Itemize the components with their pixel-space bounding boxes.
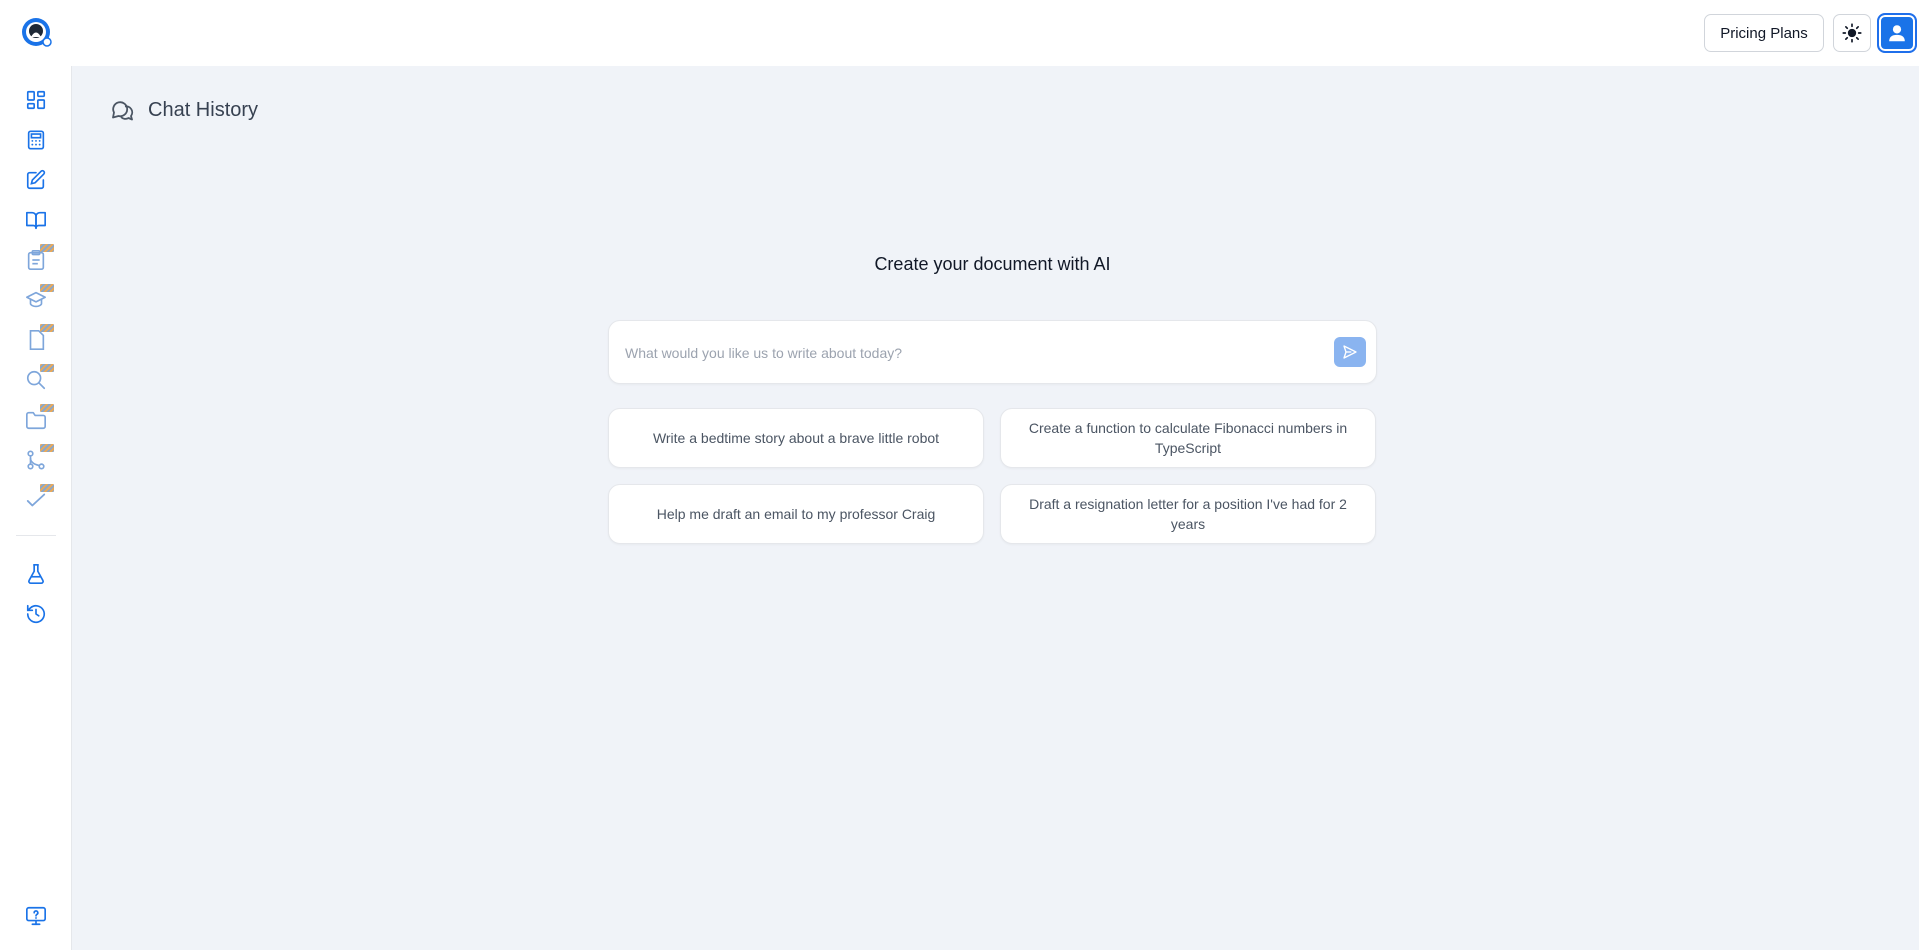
beta-badge bbox=[40, 364, 54, 372]
suggestion-card[interactable]: Create a function to calculate Fibonacci… bbox=[1000, 408, 1376, 468]
page-title: Chat History bbox=[148, 98, 259, 121]
chat-history-header[interactable]: Chat History bbox=[110, 98, 258, 122]
monitor-help-icon bbox=[26, 906, 46, 926]
open-book-icon bbox=[26, 211, 46, 230]
pricing-plans-button[interactable]: Pricing Plans bbox=[1704, 14, 1824, 52]
sidebar-item-folder[interactable] bbox=[24, 404, 54, 432]
chat-bubbles-icon bbox=[112, 101, 134, 121]
send-button[interactable] bbox=[1334, 337, 1366, 367]
theme-toggle-button[interactable] bbox=[1833, 14, 1871, 52]
sidebar-item-library[interactable] bbox=[24, 208, 48, 232]
beta-badge bbox=[40, 484, 54, 492]
suggestion-card[interactable]: Draft a resignation letter for a positio… bbox=[1000, 484, 1376, 544]
check-icon bbox=[26, 493, 46, 507]
send-icon bbox=[1343, 345, 1357, 359]
search-icon bbox=[26, 370, 46, 390]
pencil-square-icon bbox=[26, 169, 46, 190]
sidebar bbox=[0, 66, 72, 950]
user-avatar-button[interactable] bbox=[1877, 13, 1917, 53]
sun-icon bbox=[1842, 23, 1862, 43]
sidebar-item-calculator[interactable] bbox=[24, 128, 48, 152]
history-icon bbox=[26, 604, 46, 624]
app-logo-icon[interactable] bbox=[20, 16, 54, 50]
calculator-icon bbox=[27, 130, 45, 150]
graduation-cap-icon bbox=[26, 291, 46, 308]
suggestion-card[interactable]: Write a bedtime story about a brave litt… bbox=[608, 408, 984, 468]
beta-badge bbox=[40, 444, 54, 452]
sidebar-item-lab[interactable] bbox=[24, 562, 48, 586]
beta-badge bbox=[40, 404, 54, 412]
sidebar-item-search[interactable] bbox=[24, 364, 54, 392]
sidebar-item-editor[interactable] bbox=[24, 168, 48, 192]
prompt-input[interactable] bbox=[625, 339, 1315, 367]
flask-icon bbox=[28, 564, 44, 584]
prompt-box bbox=[608, 320, 1377, 384]
folder-icon bbox=[26, 411, 46, 430]
top-bar: Pricing Plans bbox=[0, 0, 1919, 66]
grid-icon bbox=[26, 90, 46, 110]
sidebar-item-workflow[interactable] bbox=[24, 444, 54, 472]
user-icon bbox=[1889, 25, 1905, 42]
git-branch-icon bbox=[27, 450, 45, 470]
sidebar-item-education[interactable] bbox=[24, 284, 54, 312]
sidebar-item-document[interactable] bbox=[24, 324, 54, 352]
sidebar-item-history[interactable] bbox=[24, 602, 48, 626]
sidebar-item-screen-help[interactable] bbox=[24, 904, 48, 928]
suggestion-card[interactable]: Help me draft an email to my professor C… bbox=[608, 484, 984, 544]
document-icon bbox=[29, 330, 45, 350]
beta-badge bbox=[40, 324, 54, 332]
sidebar-item-dashboard[interactable] bbox=[24, 88, 48, 112]
beta-badge bbox=[40, 244, 54, 252]
sidebar-item-check[interactable] bbox=[24, 484, 54, 512]
beta-badge bbox=[40, 284, 54, 292]
page-headline: Create your document with AI bbox=[874, 254, 1111, 274]
sidebar-divider bbox=[16, 535, 56, 536]
